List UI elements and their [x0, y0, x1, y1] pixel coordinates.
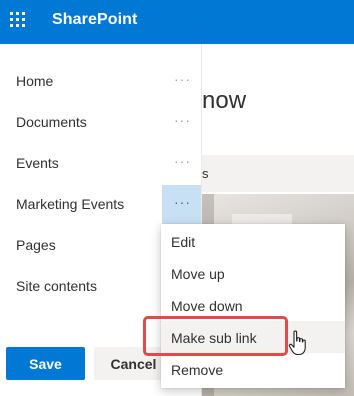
menu-item-label: Remove — [171, 362, 224, 378]
nav-item-events[interactable]: Events ··· — [0, 144, 202, 185]
more-options-button[interactable]: ··· — [162, 144, 202, 185]
nav-item-label: Marketing Events — [16, 196, 125, 212]
hand-pointer-cursor-icon — [288, 330, 306, 356]
suite-bar: SharePoint — [0, 0, 354, 44]
nav-item-label: Site contents — [16, 278, 97, 294]
app-launcher-button[interactable] — [0, 0, 38, 44]
page-toolbar-fragment: s — [202, 166, 209, 181]
nav-item-marketing-events[interactable]: Marketing Events ··· — [0, 185, 202, 226]
nav-item-label: Home — [16, 73, 54, 89]
more-options-button[interactable]: ··· — [162, 103, 202, 144]
nav-item-context-menu: Edit Move up Move down Make sub link Rem… — [161, 224, 345, 388]
ellipsis-icon: ··· — [174, 112, 191, 128]
ellipsis-icon: ··· — [174, 153, 191, 169]
nav-item-documents[interactable]: Documents ··· — [0, 103, 202, 144]
ellipsis-icon: ··· — [174, 194, 191, 210]
annotation-highlight-box — [143, 316, 288, 356]
nav-item-label: Events — [16, 155, 59, 171]
menu-item-label: Edit — [171, 234, 196, 250]
more-options-button[interactable]: ··· — [162, 185, 202, 226]
menu-item-edit[interactable]: Edit — [161, 225, 345, 257]
app-launcher-icon — [10, 12, 25, 27]
page-title-fragment: now — [202, 87, 247, 114]
ellipsis-icon: ··· — [174, 71, 191, 87]
nav-item-label: Documents — [16, 114, 87, 130]
menu-item-remove[interactable]: Remove — [161, 353, 345, 385]
app-brand-label[interactable]: SharePoint — [52, 11, 137, 29]
menu-item-label: Move up — [171, 266, 225, 282]
nav-item-label: Pages — [16, 237, 56, 253]
menu-item-move-up[interactable]: Move up — [161, 257, 345, 289]
save-button[interactable]: Save — [6, 347, 85, 380]
nav-item-home[interactable]: Home ··· — [0, 62, 202, 103]
menu-item-label: Move down — [171, 298, 243, 314]
page-toolbar-background — [202, 155, 354, 192]
more-options-button[interactable]: ··· — [162, 62, 202, 103]
